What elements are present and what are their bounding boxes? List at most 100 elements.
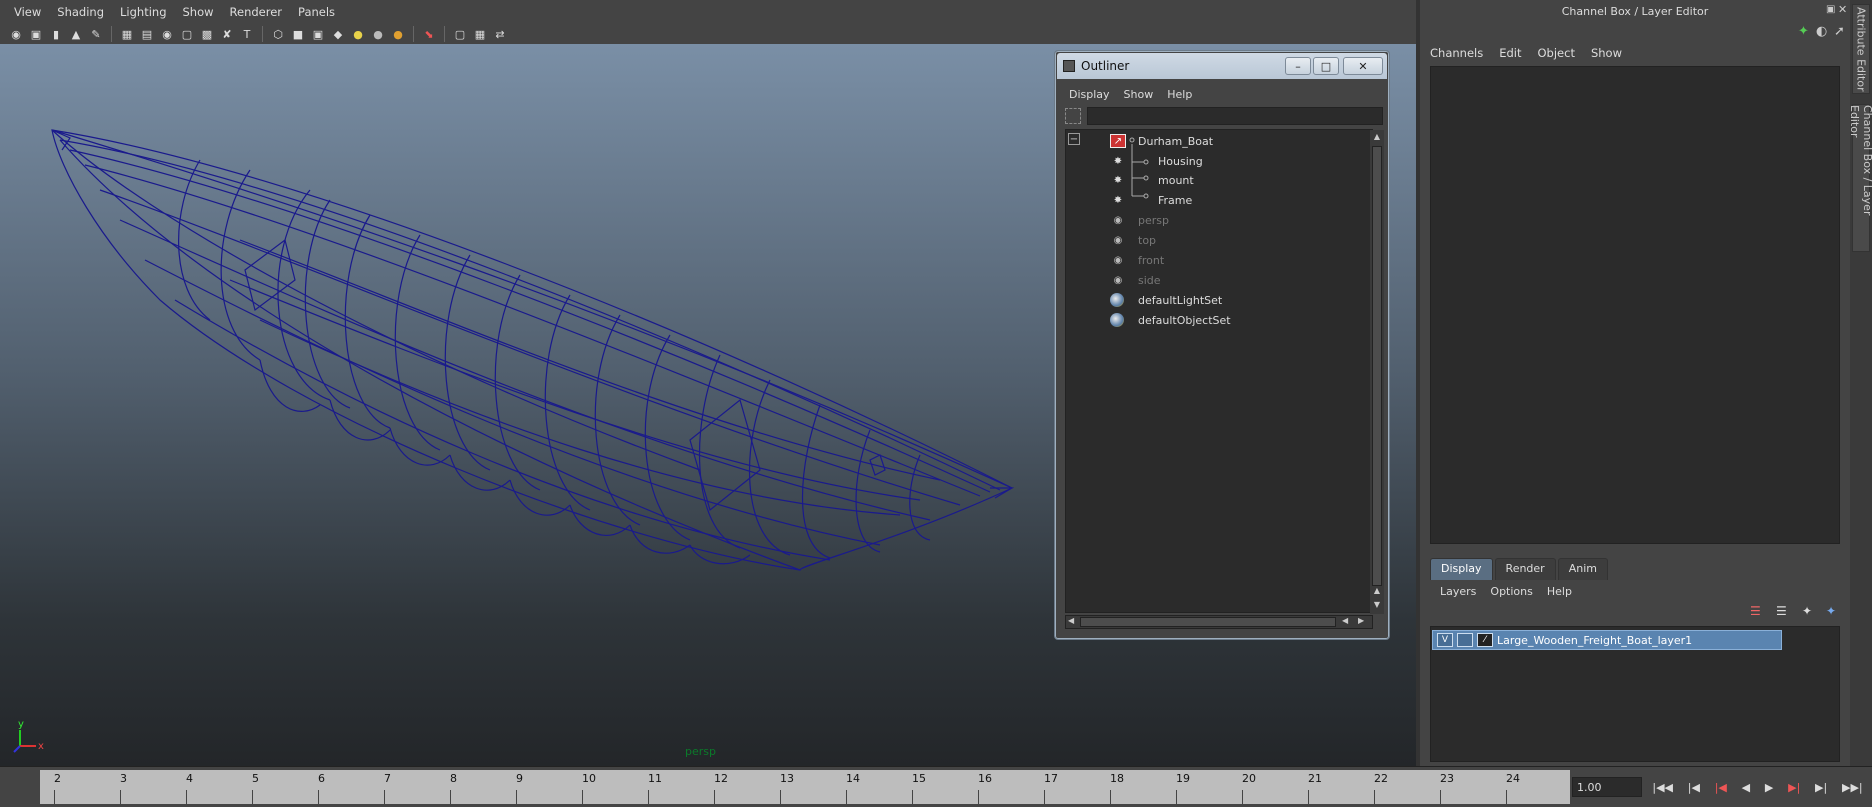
layer-color-swatch-icon[interactable]: ⁄ (1477, 633, 1493, 647)
outliner-titlebar[interactable]: Outliner – □ ✕ (1057, 53, 1387, 79)
menu-show[interactable]: Show (175, 5, 222, 19)
menu-edit[interactable]: Edit (1499, 46, 1521, 60)
menu-view[interactable]: View (6, 5, 49, 19)
camera-select-icon[interactable]: ◉ (8, 26, 24, 42)
close-panel-icon[interactable]: ✕ (1838, 3, 1847, 16)
tree-item-front[interactable]: ◉ front (1066, 250, 1366, 270)
safe-action-icon[interactable]: ✘ (219, 26, 235, 42)
scroll-down-icon[interactable]: ▼ (1371, 600, 1383, 612)
scroll-right-icon[interactable]: ▶ (1358, 616, 1364, 625)
tree-item-durham-boat[interactable]: ↗ Durham_Boat (1066, 131, 1366, 151)
tree-item-housing[interactable]: ✸ Housing (1066, 151, 1366, 171)
four-view-icon[interactable]: ▦ (472, 26, 488, 42)
two-d-pan-icon[interactable]: ✎ (88, 26, 104, 42)
menu-renderer[interactable]: Renderer (222, 5, 291, 19)
menu-show[interactable]: Show (1591, 46, 1622, 60)
manipulator-icon[interactable]: ✦ (1798, 24, 1809, 39)
smooth-shade-icon[interactable]: ■ (290, 26, 306, 42)
shadows-icon[interactable]: ● (390, 26, 406, 42)
scroll-thumb[interactable] (1080, 617, 1336, 627)
outliner-horizontal-scrollbar[interactable]: ◀ ◀ ▶ (1065, 615, 1373, 629)
scroll-up-icon[interactable]: ▲ (1371, 132, 1383, 144)
timeline-ruler[interactable]: 2 3 4 5 6 7 8 9 10 11 12 13 14 15 16 17 18 19 20 21 22 23 24 (40, 770, 1570, 804)
sync-icon[interactable]: ➚ (1834, 24, 1845, 39)
float-panel-icon[interactable]: ▣ (1826, 4, 1835, 15)
minimize-button[interactable]: – (1285, 57, 1311, 75)
camera-icon: ◉ (1113, 274, 1123, 286)
layer-row[interactable]: V ⁄ Large_Wooden_Freight_Boat_layer1 (1432, 630, 1782, 650)
current-frame-field[interactable]: 1.00 (1572, 777, 1642, 797)
image-plane-icon[interactable]: ▲ (68, 26, 84, 42)
step-back-key-icon[interactable]: |◀ (1715, 781, 1727, 794)
menu-lighting[interactable]: Lighting (112, 5, 174, 19)
menu-help[interactable]: Help (1547, 585, 1572, 598)
tree-item-side[interactable]: ◉ side (1066, 270, 1366, 290)
scroll-left-icon[interactable]: ◀ (1068, 616, 1074, 625)
tab-render[interactable]: Render (1494, 558, 1556, 580)
menu-object[interactable]: Object (1538, 46, 1575, 60)
isolate-select-icon[interactable]: ⬊ (421, 26, 437, 42)
frame-tick (384, 790, 385, 804)
safe-title-icon[interactable]: T (239, 26, 255, 42)
tab-display[interactable]: Display (1430, 558, 1493, 580)
xray-icon[interactable]: ◆ (330, 26, 346, 42)
bookmark-icon[interactable]: ▮ (48, 26, 64, 42)
move-layer-down-icon[interactable]: ☰ (1776, 604, 1787, 618)
play-forwards-icon[interactable]: ▶ (1765, 781, 1773, 794)
scroll-left-icon[interactable]: ◀ (1342, 616, 1348, 625)
tree-item-mount[interactable]: ✸ mount (1066, 170, 1366, 190)
grid-icon[interactable]: ▦ (119, 26, 135, 42)
step-back-frame-icon[interactable]: |◀ (1688, 781, 1700, 794)
gate-mask-icon[interactable]: ▢ (179, 26, 195, 42)
move-layer-up-icon[interactable]: ☰ (1750, 604, 1761, 618)
outliner-tree: − ↗ Durham_Boat ✸ Housing ✸ mount ✸ Fram… (1065, 129, 1384, 614)
tree-item-frame[interactable]: ✸ Frame (1066, 190, 1366, 210)
scroll-thumb[interactable] (1372, 146, 1382, 586)
filter-icon[interactable] (1065, 108, 1081, 124)
new-layer-selected-icon[interactable]: ✦ (1826, 604, 1836, 618)
layout-icon[interactable]: ⇄ (492, 26, 508, 42)
play-backwards-icon[interactable]: ◀ (1742, 781, 1750, 794)
step-forward-key-icon[interactable]: ▶| (1788, 781, 1800, 794)
go-to-end-icon[interactable]: ▶▶| (1842, 781, 1863, 794)
outliner-menu-help[interactable]: Help (1167, 88, 1192, 101)
resolution-gate-icon[interactable]: ◉ (159, 26, 175, 42)
menu-options[interactable]: Options (1490, 585, 1532, 598)
frame-label: 5 (252, 772, 259, 785)
scroll-up-icon[interactable]: ▲ (1371, 586, 1383, 598)
tree-item-top[interactable]: ◉ top (1066, 230, 1366, 250)
maximize-button[interactable]: □ (1313, 57, 1339, 75)
tree-item-default-light-set[interactable]: defaultLightSet (1066, 290, 1366, 310)
outliner-search-input[interactable] (1087, 107, 1383, 125)
menu-shading[interactable]: Shading (49, 5, 112, 19)
tab-anim[interactable]: Anim (1557, 558, 1608, 580)
camera-attributes-icon[interactable]: ▣ (28, 26, 44, 42)
field-chart-icon[interactable]: ▩ (199, 26, 215, 42)
tab-channel-box-layer-editor[interactable]: Channel Box / Layer Editor (1848, 104, 1872, 252)
tree-item-default-object-set[interactable]: defaultObjectSet (1066, 310, 1366, 330)
default-lighting-icon[interactable]: ● (350, 26, 366, 42)
layer-visibility-toggle[interactable]: V (1437, 633, 1453, 647)
outliner-vertical-scrollbar[interactable]: ▲ ▲ ▼ (1370, 130, 1384, 614)
all-lights-icon[interactable]: ● (370, 26, 386, 42)
menu-panels[interactable]: Panels (290, 5, 343, 19)
wireframe-on-shaded-icon[interactable]: ▣ (310, 26, 326, 42)
layer-display-type-toggle[interactable] (1457, 633, 1473, 647)
group-icon: ✸ (1113, 155, 1123, 167)
outliner-menu-show[interactable]: Show (1124, 88, 1154, 101)
tree-item-persp[interactable]: ◉ persp (1066, 210, 1366, 230)
film-gate-icon[interactable]: ▤ (139, 26, 155, 42)
frame-tick (1374, 790, 1375, 804)
outliner-menu-display[interactable]: Display (1069, 88, 1110, 101)
wireframe-icon[interactable]: ⬡ (270, 26, 286, 42)
tab-attribute-editor[interactable]: Attribute Editor (1852, 4, 1870, 94)
channel-display-icon[interactable]: ◐ (1816, 24, 1827, 39)
go-to-start-icon[interactable]: |◀◀ (1652, 781, 1673, 794)
new-layer-icon[interactable]: ✦ (1802, 604, 1812, 618)
close-button[interactable]: ✕ (1343, 57, 1383, 75)
menu-layers[interactable]: Layers (1440, 585, 1476, 598)
frame-tick (978, 790, 979, 804)
step-forward-frame-icon[interactable]: ▶| (1815, 781, 1827, 794)
single-view-icon[interactable]: ▢ (452, 26, 468, 42)
menu-channels[interactable]: Channels (1430, 46, 1483, 60)
